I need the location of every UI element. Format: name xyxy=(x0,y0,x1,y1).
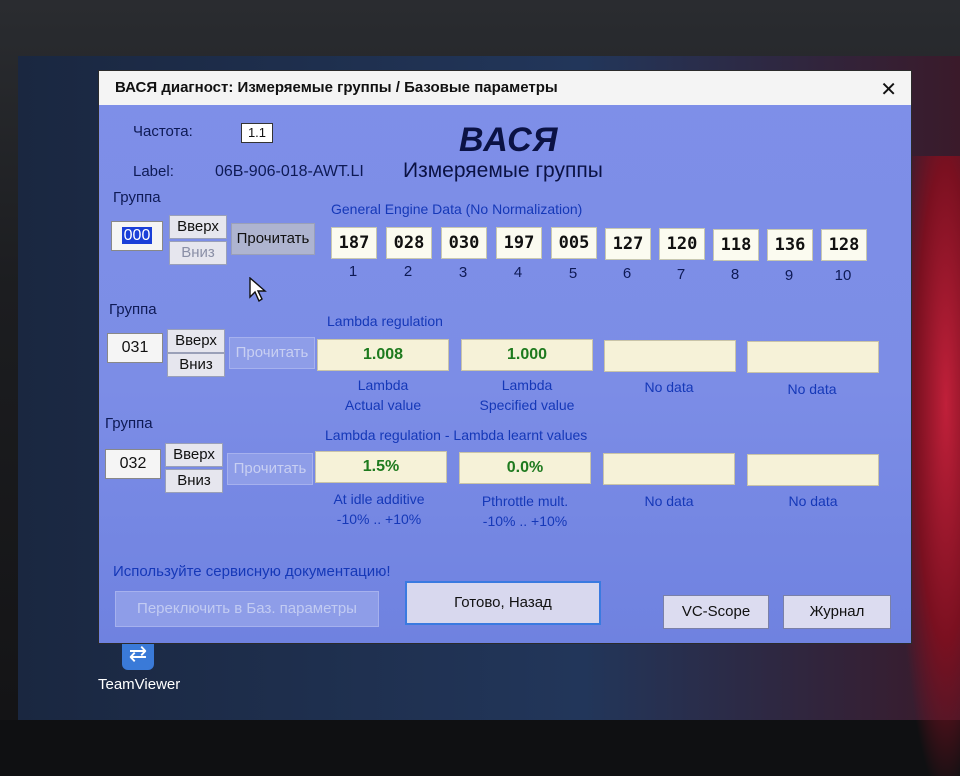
value-cell: 127 xyxy=(605,228,651,260)
value-caption: No data xyxy=(788,493,838,509)
close-icon[interactable]: ✕ xyxy=(880,77,897,102)
value-caption: Lambda Actual value xyxy=(344,377,422,413)
app-name: ВАСЯ xyxy=(459,121,559,159)
freq-label: Частота: xyxy=(133,123,193,140)
group-down-button[interactable]: Вниз xyxy=(169,241,227,265)
window-title: ВАСЯ диагност: Измеряемые группы / Базов… xyxy=(115,79,558,96)
group-number-input[interactable]: 032 xyxy=(105,449,161,479)
value-caption: No data xyxy=(644,493,694,509)
group-label: Группа xyxy=(105,415,153,432)
titlebar: ВАСЯ диагност: Измеряемые группы / Базов… xyxy=(99,71,911,105)
value-caption: Pthrottle mult. -10% .. +10% xyxy=(481,493,569,529)
value-index: 4 xyxy=(513,264,523,281)
read-button[interactable]: Прочитать xyxy=(227,453,313,485)
screen-title: Измеряемые группы xyxy=(403,159,603,182)
vasya-window: ВАСЯ диагност: Измеряемые группы / Базов… xyxy=(98,70,912,644)
label-value: 06B-906-018-AWT.LI xyxy=(215,163,364,180)
value-cell: 197 xyxy=(496,227,542,259)
value-cell: 120 xyxy=(659,228,705,260)
value-index: 6 xyxy=(622,265,632,282)
value-box: 1.008 xyxy=(317,339,449,371)
value-box xyxy=(604,340,736,372)
done-back-button[interactable]: Готово, Назад xyxy=(405,581,601,625)
group-up-button[interactable]: Вверх xyxy=(167,329,225,353)
value-index: 5 xyxy=(568,265,578,282)
mouse-cursor-icon xyxy=(249,277,267,303)
service-doc-note: Используйте сервисную документацию! xyxy=(113,563,391,580)
value-cell: 005 xyxy=(551,227,597,259)
group-description: Lambda regulation - Lambda learnt values xyxy=(325,427,588,443)
value-box: 1.5% xyxy=(315,451,447,483)
value-cell: 118 xyxy=(713,229,759,261)
group-down-button[interactable]: Вниз xyxy=(167,353,225,377)
value-cell: 028 xyxy=(386,227,432,259)
vc-scope-button[interactable]: VC-Scope xyxy=(663,595,769,629)
group-label: Группа xyxy=(113,189,161,206)
group-number-value: 000 xyxy=(121,227,153,244)
value-box xyxy=(747,341,879,373)
value-index: 8 xyxy=(730,266,740,283)
value-index: 7 xyxy=(676,266,686,283)
value-cell: 128 xyxy=(821,229,867,261)
value-cell: 136 xyxy=(767,229,813,261)
group-number-input[interactable]: 031 xyxy=(107,333,163,363)
read-button[interactable]: Прочитать xyxy=(231,223,315,255)
value-index: 2 xyxy=(403,263,413,280)
value-cell: 030 xyxy=(441,227,487,259)
group-description: Lambda regulation xyxy=(327,313,443,329)
value-index: 10 xyxy=(834,267,852,284)
group-label: Группа xyxy=(109,301,157,318)
value-index: 9 xyxy=(784,267,794,284)
label-label: Label: xyxy=(133,163,174,180)
value-cell: 187 xyxy=(331,227,377,259)
log-button[interactable]: Журнал xyxy=(783,595,891,629)
value-index: 3 xyxy=(458,264,468,281)
value-box: 1.000 xyxy=(461,339,593,371)
teamviewer-label: TeamViewer xyxy=(98,676,181,693)
group-up-button[interactable]: Вверх xyxy=(165,443,223,467)
value-box xyxy=(603,453,735,485)
group-up-button[interactable]: Вверх xyxy=(169,215,227,239)
value-index: 1 xyxy=(348,263,358,280)
freq-value: 1.1 xyxy=(241,123,273,143)
read-button[interactable]: Прочитать xyxy=(229,337,315,369)
value-caption: No data xyxy=(787,381,837,397)
value-caption: No data xyxy=(644,379,694,395)
value-caption: Lambda Specified value xyxy=(479,377,575,413)
value-box: 0.0% xyxy=(459,452,591,484)
switch-basic-params-button[interactable]: Переключить в Баз. параметры xyxy=(115,591,379,627)
teamviewer-shortcut[interactable]: ⇄ TeamViewer xyxy=(98,636,258,700)
group-description: General Engine Data (No Normalization) xyxy=(331,201,583,217)
value-box xyxy=(747,454,879,486)
group-number-input[interactable]: 000 xyxy=(111,221,163,251)
value-caption: At idle additive -10% .. +10% xyxy=(333,491,425,527)
group-down-button[interactable]: Вниз xyxy=(165,469,223,493)
